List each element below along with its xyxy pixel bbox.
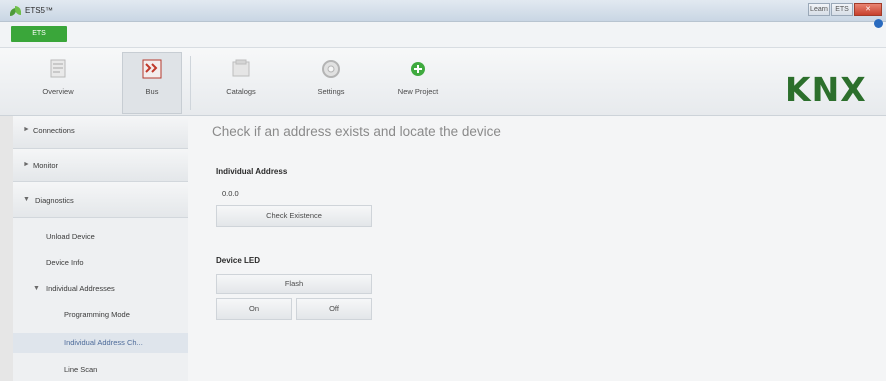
ets-window-button[interactable]: ETS [831, 3, 853, 16]
device-led-label: Device LED [216, 256, 261, 265]
sidebar-section-diagnostics[interactable]: ▼ Diagnostics [13, 182, 188, 218]
catalogs-icon [232, 59, 250, 77]
individual-address-value[interactable]: 0.0.0 [222, 189, 239, 198]
ribbon-new-project-button[interactable]: New Project [388, 58, 448, 96]
sidebar-section-label: Monitor [33, 161, 59, 170]
led-off-button[interactable]: Off [296, 298, 372, 320]
overview-icon [50, 59, 66, 78]
page-title: Check if an address exists and locate th… [212, 124, 501, 139]
ets-tab-strip: ETS [0, 22, 886, 48]
expand-arrow-icon: ► [23, 126, 30, 133]
sidebar-section-connections[interactable]: ► Connections [13, 116, 188, 149]
settings-icon [322, 60, 340, 78]
check-existence-button[interactable]: Check Existence [216, 205, 372, 227]
knx-logo: KNX [785, 70, 867, 109]
flash-button[interactable]: Flash [216, 274, 372, 294]
main-panel [188, 116, 886, 381]
collapse-arrow-icon: ▼ [33, 285, 40, 292]
new-project-icon [411, 62, 425, 76]
sidebar-item-individual-addresses[interactable]: ▼ Individual Addresses [13, 282, 188, 298]
ribbon-label-catalogs: Catalogs [226, 87, 256, 96]
ets-tab[interactable]: ETS [11, 26, 67, 42]
ribbon-label-overview: Overview [42, 87, 74, 96]
ribbon-separator [190, 56, 191, 110]
led-on-button[interactable]: On [216, 298, 292, 320]
window-title: ETS5™ [25, 6, 54, 15]
sidebar-item-device-info[interactable]: Device Info [13, 256, 188, 272]
ribbon-bus-button[interactable]: Bus [122, 58, 182, 96]
ribbon-label-settings: Settings [317, 87, 345, 96]
ribbon-catalogs-button[interactable]: Catalogs [211, 58, 271, 96]
window-controls: Learn ETS ✕ [808, 3, 882, 16]
expand-arrow-icon: ► [23, 161, 30, 168]
ribbon-overview-button[interactable]: Overview [28, 58, 88, 96]
sidebar-item-individual-address-check[interactable]: Individual Address Ch... [13, 333, 188, 353]
sidebar-section-label: Diagnostics [35, 196, 74, 205]
collapse-arrow-icon: ▼ [23, 196, 30, 203]
ribbon-label-bus: Bus [145, 87, 159, 96]
ets-app-icon [10, 6, 22, 16]
learn-button[interactable]: Learn [808, 3, 830, 16]
sidebar-section-label: Connections [33, 126, 75, 135]
help-icon[interactable] [874, 19, 883, 28]
individual-address-label: Individual Address [216, 167, 288, 176]
sidebar-item-line-scan[interactable]: Line Scan [13, 362, 188, 378]
sidebar-item-programming-mode[interactable]: Programming Mode [13, 308, 188, 324]
ribbon-settings-button[interactable]: Settings [301, 58, 361, 96]
sidebar-section-monitor[interactable]: ► Monitor [13, 149, 188, 182]
ribbon-label-new-project: New Project [397, 87, 439, 96]
window-title-bar: ETS5™ Learn ETS ✕ [0, 0, 886, 22]
sidebar: ► Connections ► Monitor ▼ Diagnostics Un… [13, 116, 188, 381]
close-window-button[interactable]: ✕ [854, 3, 882, 16]
bus-icon [142, 59, 162, 79]
sidebar-item-unload-device[interactable]: Unload Device [13, 230, 188, 246]
